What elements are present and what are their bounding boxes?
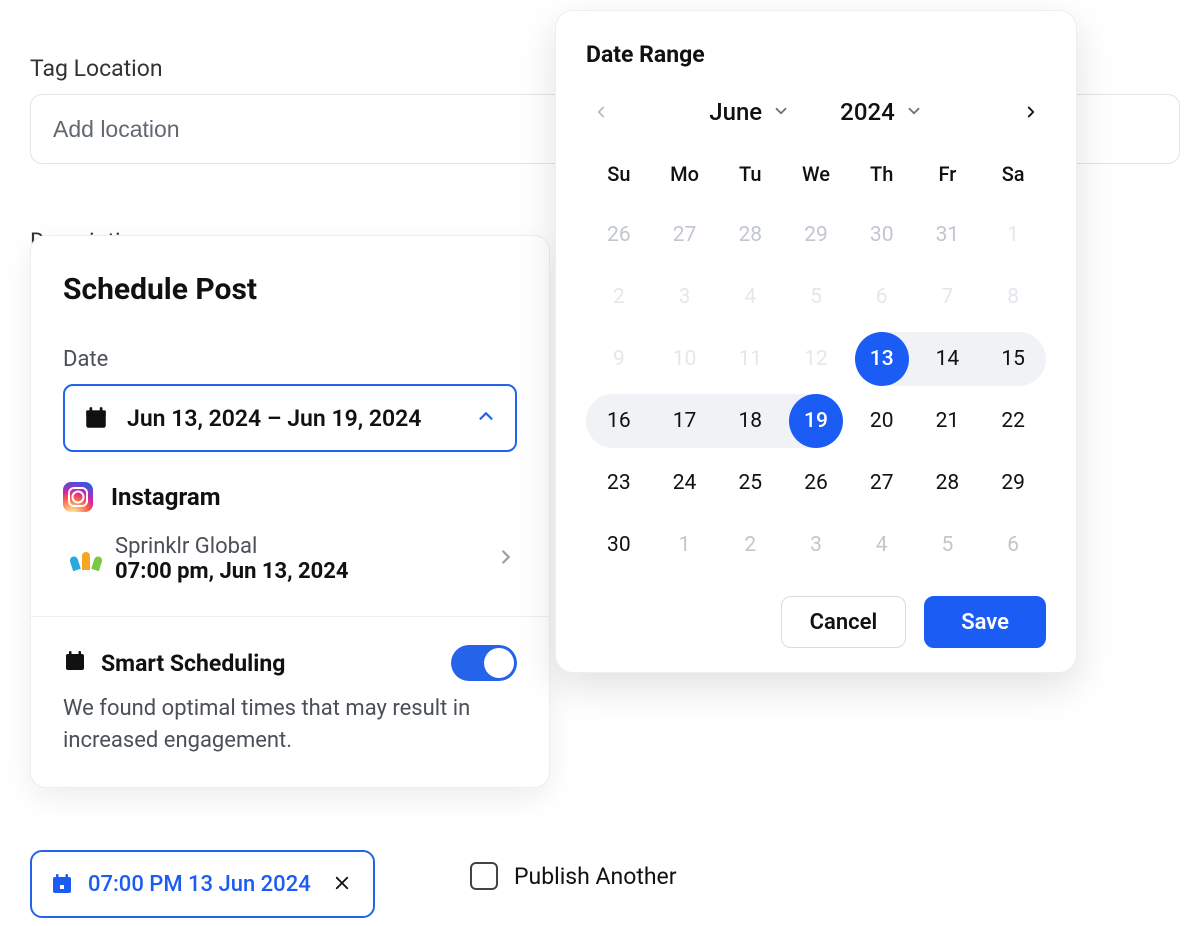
publish-another-label: Publish Another: [514, 863, 677, 890]
calendar-day[interactable]: 29: [783, 204, 849, 266]
platform-row: Instagram: [63, 482, 517, 512]
popover-title: Date Range: [586, 41, 1046, 68]
smart-scheduling-description: We found optimal times that may result i…: [63, 693, 517, 757]
chevron-up-icon: [475, 405, 497, 431]
calendar-day[interactable]: 10: [652, 328, 718, 390]
platform-name: Instagram: [111, 483, 221, 511]
chip-close-button[interactable]: [325, 865, 359, 903]
prev-month-button[interactable]: [586, 97, 616, 127]
date-label: Date: [63, 347, 517, 372]
calendar-day[interactable]: 8: [980, 266, 1046, 328]
calendar-day[interactable]: 23: [586, 452, 652, 514]
month-label: June: [709, 98, 762, 126]
dow-label: Th: [849, 152, 915, 204]
dow-label: Mo: [652, 152, 718, 204]
schedule-post-title: Schedule Post: [63, 272, 517, 307]
calendar-icon: [63, 649, 87, 677]
calendar-day[interactable]: 7: [915, 266, 981, 328]
calendar-day[interactable]: 16: [586, 390, 652, 452]
calendar-day[interactable]: 11: [717, 328, 783, 390]
sprinklr-icon: [73, 546, 99, 572]
dow-label: Su: [586, 152, 652, 204]
calendar-day[interactable]: 6: [849, 266, 915, 328]
account-time: 07:00 pm, Jun 13, 2024: [115, 559, 479, 584]
calendar-day[interactable]: 22: [980, 390, 1046, 452]
instagram-icon: [63, 482, 93, 512]
calendar-day[interactable]: 30: [849, 204, 915, 266]
chip-text: 07:00 PM 13 Jun 2024: [88, 872, 311, 897]
calendar-day[interactable]: 5: [783, 266, 849, 328]
date-range-text: Jun 13, 2024 – Jun 19, 2024: [127, 405, 457, 432]
smart-scheduling-title: Smart Scheduling: [101, 650, 437, 677]
year-label: 2024: [840, 98, 895, 126]
calendar-day[interactable]: 6: [980, 514, 1046, 576]
calendar-day[interactable]: 17: [652, 390, 718, 452]
scheduled-time-chip[interactable]: 07:00 PM 13 Jun 2024: [30, 850, 375, 918]
calendar-day[interactable]: 4: [717, 266, 783, 328]
schedule-post-card: Schedule Post Date Jun 13, 2024 – Jun 19…: [30, 235, 550, 788]
date-range-popover: Date Range June 2024 SuMoTuWeThFrSa 2627…: [555, 10, 1077, 673]
next-month-button[interactable]: [1016, 97, 1046, 127]
chevron-down-icon: [905, 98, 923, 126]
calendar-day[interactable]: 2: [586, 266, 652, 328]
calendar-day[interactable]: 13: [849, 328, 915, 390]
calendar-day[interactable]: 1: [652, 514, 718, 576]
date-range-button[interactable]: Jun 13, 2024 – Jun 19, 2024: [63, 384, 517, 452]
calendar-day[interactable]: 26: [783, 452, 849, 514]
calendar-day[interactable]: 2: [717, 514, 783, 576]
calendar-day[interactable]: 3: [652, 266, 718, 328]
publish-another-checkbox[interactable]: [470, 862, 498, 890]
calendar-day[interactable]: 28: [717, 204, 783, 266]
calendar-day[interactable]: 20: [849, 390, 915, 452]
month-select[interactable]: June: [709, 98, 790, 126]
calendar-day[interactable]: 1: [980, 204, 1046, 266]
calendar-day[interactable]: 18: [717, 390, 783, 452]
calendar-day[interactable]: 3: [783, 514, 849, 576]
calendar-day[interactable]: 9: [586, 328, 652, 390]
account-name: Sprinklr Global: [115, 534, 479, 559]
account-row[interactable]: Sprinklr Global 07:00 pm, Jun 13, 2024: [63, 534, 517, 584]
dow-label: Tu: [717, 152, 783, 204]
calendar-day[interactable]: 5: [915, 514, 981, 576]
chevron-right-icon: [495, 546, 517, 572]
calendar-day[interactable]: 27: [849, 452, 915, 514]
dow-label: Fr: [915, 152, 981, 204]
calendar-day[interactable]: 29: [980, 452, 1046, 514]
chevron-down-icon: [772, 98, 790, 126]
save-button[interactable]: Save: [924, 596, 1046, 648]
calendar-day[interactable]: 30: [586, 514, 652, 576]
calendar-day[interactable]: 12: [783, 328, 849, 390]
calendar-day[interactable]: 15: [980, 328, 1046, 390]
calendar-day[interactable]: 19: [783, 390, 849, 452]
calendar-day[interactable]: 28: [915, 452, 981, 514]
calendar-day[interactable]: 31: [915, 204, 981, 266]
calendar-day[interactable]: 14: [915, 328, 981, 390]
year-select[interactable]: 2024: [840, 98, 923, 126]
calendar-day[interactable]: 27: [652, 204, 718, 266]
dow-label: Sa: [980, 152, 1046, 204]
cancel-button[interactable]: Cancel: [781, 596, 907, 648]
calendar-day[interactable]: 25: [717, 452, 783, 514]
divider: [31, 616, 549, 617]
smart-scheduling-toggle[interactable]: [451, 645, 517, 681]
calendar-day[interactable]: 24: [652, 452, 718, 514]
calendar-icon: [83, 405, 109, 431]
calendar-day[interactable]: 21: [915, 390, 981, 452]
dow-label: We: [783, 152, 849, 204]
calendar-icon: [50, 872, 74, 896]
calendar-day[interactable]: 26: [586, 204, 652, 266]
calendar-day[interactable]: 4: [849, 514, 915, 576]
